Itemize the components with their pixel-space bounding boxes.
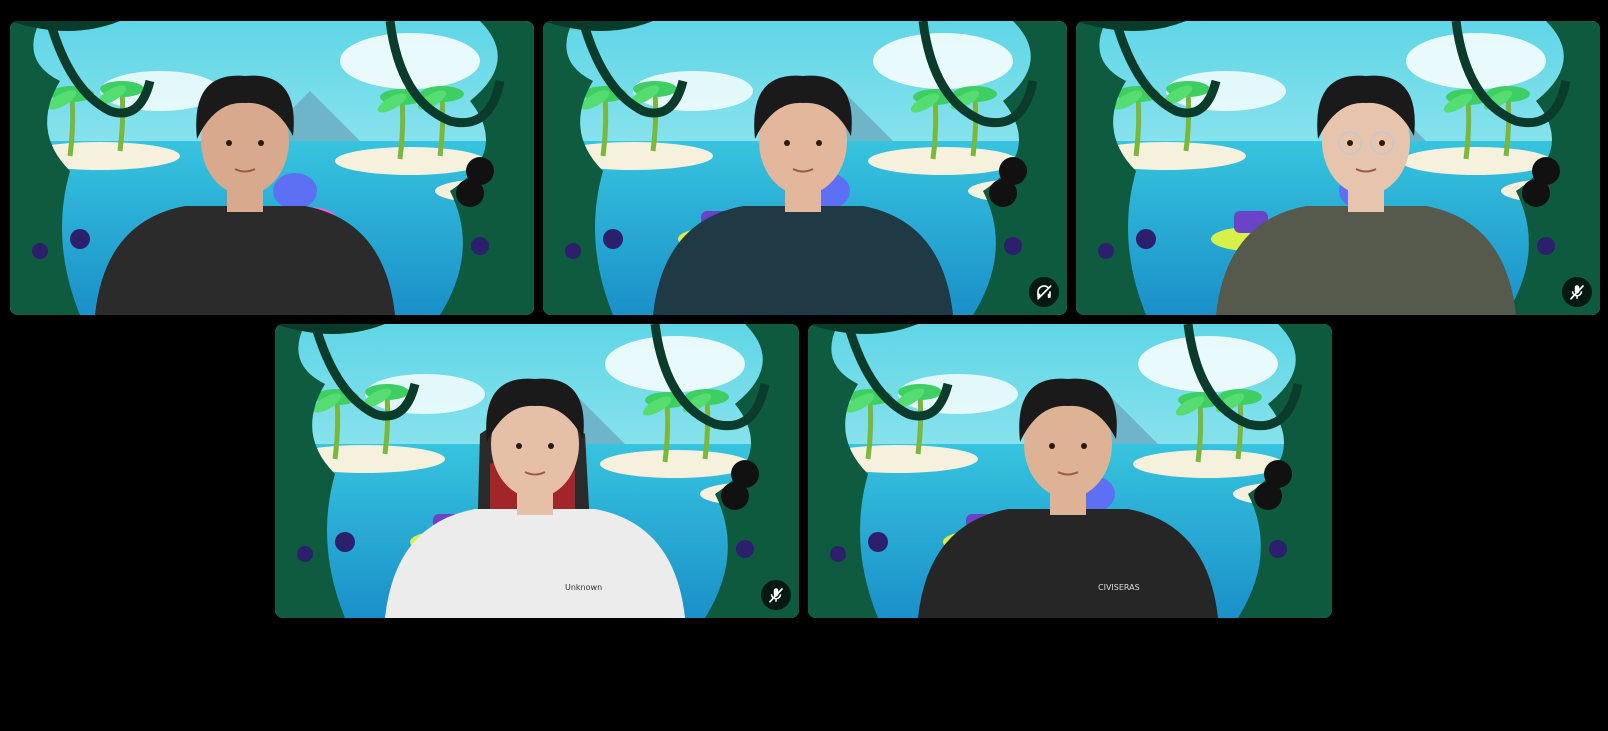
mic-off-icon [769, 588, 783, 603]
deafened-badge [1029, 277, 1059, 307]
participant-tile-1[interactable] [10, 21, 534, 315]
muted-badge [1562, 277, 1592, 307]
participant-tile-5[interactable]: CIVISERAS [808, 324, 1332, 618]
participant-tile-3[interactable] [1076, 21, 1600, 315]
headphones-off-icon [1037, 285, 1052, 300]
jungle-background: CIVISERAS [808, 324, 1332, 618]
shirt-print-text: Unknown [565, 583, 602, 592]
jungle-background [543, 21, 1067, 315]
mic-off-icon [1570, 285, 1584, 300]
participant-tile-2[interactable] [543, 21, 1067, 315]
participant-tile-4[interactable]: Unknown [275, 324, 799, 618]
jungle-background [10, 21, 534, 315]
muted-badge [761, 580, 791, 610]
jungle-background [1076, 21, 1600, 315]
shirt-print-text: CIVISERAS [1098, 583, 1140, 592]
jungle-background: Unknown [275, 324, 799, 618]
